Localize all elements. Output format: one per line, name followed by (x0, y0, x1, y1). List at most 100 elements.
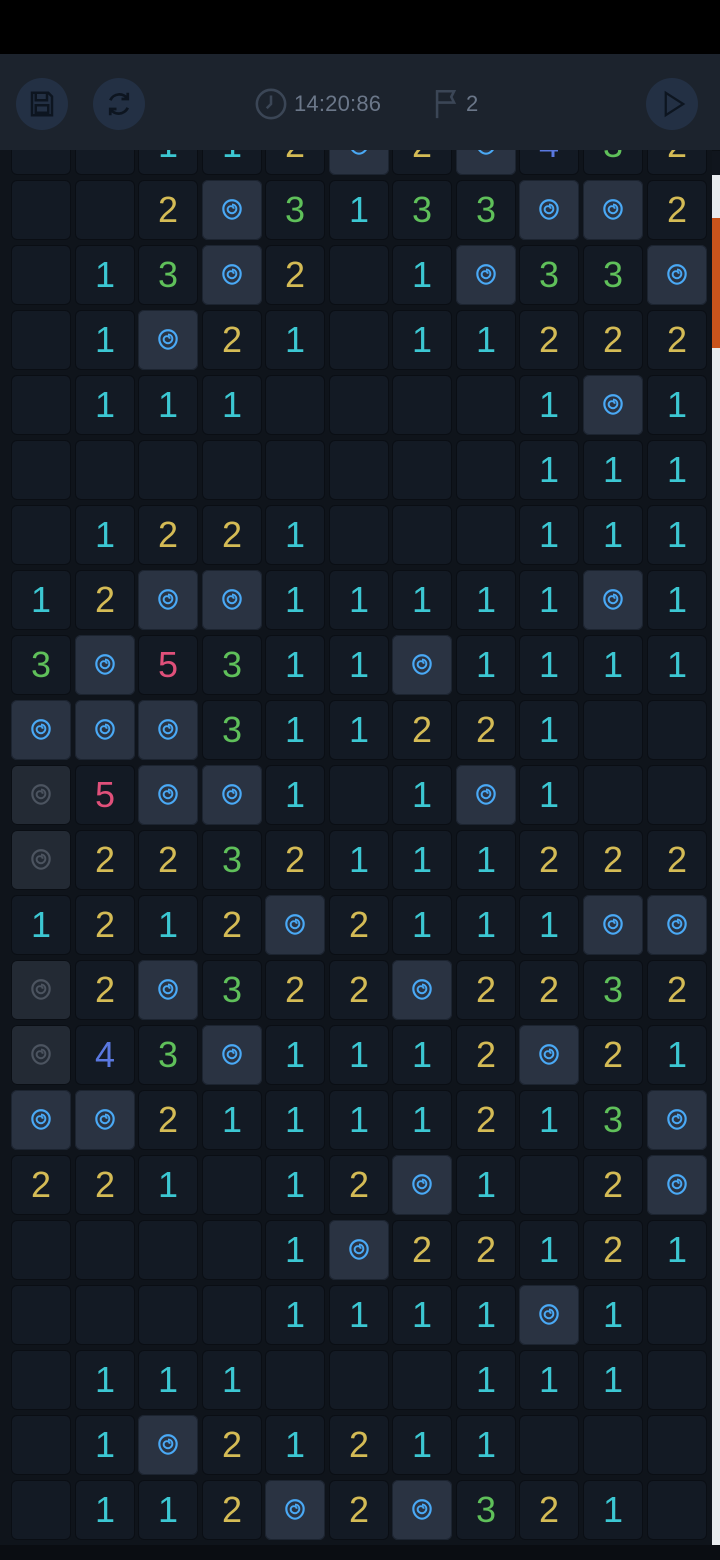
cell[interactable]: 3 (583, 150, 643, 175)
cell[interactable]: 1 (138, 150, 198, 175)
cell[interactable] (75, 1220, 135, 1280)
cell[interactable]: 2 (519, 830, 579, 890)
cell[interactable] (583, 765, 643, 825)
cell[interactable]: 2 (456, 1025, 516, 1085)
cell[interactable] (75, 150, 135, 175)
cell[interactable]: 2 (138, 505, 198, 565)
cell[interactable]: 1 (647, 505, 707, 565)
cell[interactable] (202, 570, 262, 630)
cell[interactable]: 1 (456, 1415, 516, 1475)
cell[interactable] (519, 1285, 579, 1345)
cell[interactable]: 3 (11, 635, 71, 695)
cell[interactable]: 2 (75, 1155, 135, 1215)
cell[interactable]: 1 (583, 635, 643, 695)
cell[interactable] (202, 180, 262, 240)
cell[interactable] (456, 150, 516, 175)
cell[interactable]: 2 (583, 1220, 643, 1280)
cell[interactable]: 1 (583, 1285, 643, 1345)
cell[interactable]: 3 (138, 245, 198, 305)
minefield-board[interactable]: 1122432231332132133121112221111111112211… (0, 150, 712, 1545)
cell[interactable] (138, 700, 198, 760)
cell[interactable]: 2 (519, 1480, 579, 1540)
cell[interactable]: 2 (138, 1090, 198, 1150)
cell[interactable]: 2 (583, 1025, 643, 1085)
cell[interactable]: 1 (392, 1285, 452, 1345)
cell[interactable]: 1 (519, 505, 579, 565)
cell[interactable] (647, 765, 707, 825)
cell[interactable] (75, 635, 135, 695)
cell[interactable] (392, 635, 452, 695)
cell[interactable] (583, 895, 643, 955)
cell[interactable]: 1 (519, 1090, 579, 1150)
cell[interactable] (583, 700, 643, 760)
cell[interactable]: 1 (75, 245, 135, 305)
cell[interactable]: 1 (456, 1285, 516, 1345)
cell[interactable]: 2 (265, 150, 325, 175)
cell[interactable]: 1 (519, 895, 579, 955)
cell[interactable] (265, 375, 325, 435)
cell[interactable]: 1 (265, 1155, 325, 1215)
cell[interactable]: 1 (265, 1025, 325, 1085)
cell[interactable]: 1 (392, 1025, 452, 1085)
cell[interactable]: 2 (202, 505, 262, 565)
cell[interactable] (519, 1155, 579, 1215)
cell[interactable]: 2 (138, 180, 198, 240)
cell[interactable]: 1 (392, 765, 452, 825)
cell[interactable]: 2 (647, 150, 707, 175)
cell[interactable] (75, 1285, 135, 1345)
cell[interactable]: 1 (647, 635, 707, 695)
cell[interactable]: 1 (392, 245, 452, 305)
cell[interactable]: 3 (202, 700, 262, 760)
cell[interactable]: 1 (138, 1480, 198, 1540)
cell[interactable] (202, 1025, 262, 1085)
cell[interactable] (202, 765, 262, 825)
cell[interactable]: 2 (456, 700, 516, 760)
cell[interactable]: 1 (202, 375, 262, 435)
cell[interactable]: 1 (329, 700, 389, 760)
cell[interactable]: 3 (456, 1480, 516, 1540)
cell[interactable] (329, 375, 389, 435)
cell[interactable] (647, 245, 707, 305)
cell[interactable]: 1 (647, 1220, 707, 1280)
cell[interactable] (519, 180, 579, 240)
cell[interactable]: 1 (519, 1350, 579, 1410)
cell[interactable]: 1 (329, 635, 389, 695)
cell[interactable] (329, 310, 389, 370)
cell[interactable]: 1 (392, 310, 452, 370)
cell[interactable]: 1 (75, 375, 135, 435)
cell[interactable] (456, 765, 516, 825)
cell[interactable]: 2 (329, 1415, 389, 1475)
cell[interactable]: 1 (519, 635, 579, 695)
cell[interactable]: 2 (138, 830, 198, 890)
cell[interactable]: 1 (202, 1350, 262, 1410)
cell[interactable]: 2 (647, 180, 707, 240)
cell[interactable] (138, 570, 198, 630)
cell[interactable] (456, 505, 516, 565)
cell[interactable] (11, 765, 71, 825)
cell[interactable] (265, 895, 325, 955)
cell[interactable]: 1 (329, 1025, 389, 1085)
cell[interactable]: 1 (75, 505, 135, 565)
cell[interactable]: 1 (392, 1415, 452, 1475)
cell[interactable] (583, 375, 643, 435)
cell[interactable]: 3 (265, 180, 325, 240)
cell[interactable] (202, 1285, 262, 1345)
cell[interactable]: 1 (75, 310, 135, 370)
cell[interactable] (138, 765, 198, 825)
cell[interactable]: 2 (329, 960, 389, 1020)
cell[interactable] (392, 1480, 452, 1540)
cell[interactable] (138, 310, 198, 370)
cell[interactable]: 2 (75, 960, 135, 1020)
cell[interactable]: 1 (138, 1155, 198, 1215)
cell[interactable]: 1 (329, 570, 389, 630)
cell[interactable] (75, 700, 135, 760)
cell[interactable] (75, 180, 135, 240)
cell[interactable]: 1 (392, 570, 452, 630)
cell[interactable] (647, 1350, 707, 1410)
cell[interactable] (456, 375, 516, 435)
cell[interactable]: 1 (329, 1090, 389, 1150)
cell[interactable]: 2 (392, 1220, 452, 1280)
cell[interactable] (11, 1090, 71, 1150)
cell[interactable]: 3 (202, 830, 262, 890)
cell[interactable] (11, 180, 71, 240)
